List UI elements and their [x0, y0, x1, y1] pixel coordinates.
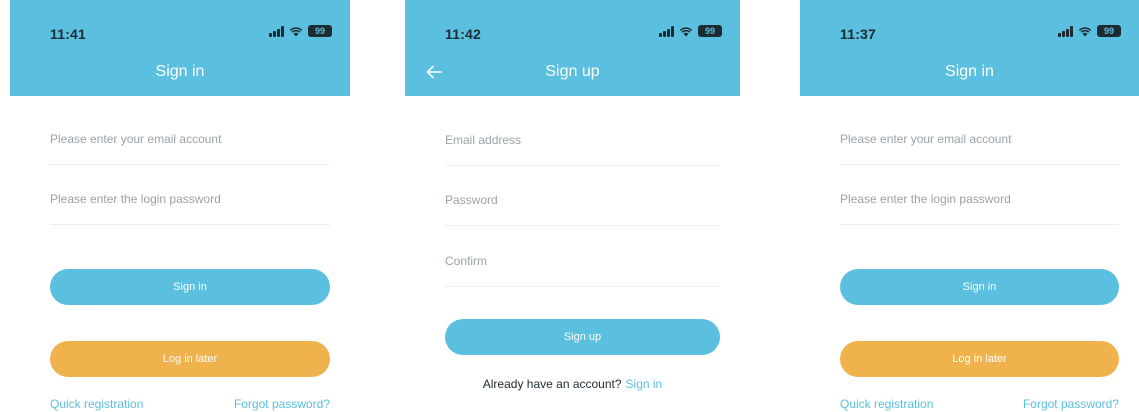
cellular-signal-icon — [269, 25, 284, 37]
page-title: Sign up — [545, 63, 600, 80]
wifi-icon — [289, 26, 303, 36]
signin-screen-2: 11:37 99 Sign in Sign in Log in later Qu… — [800, 0, 1139, 412]
status-time: 11:37 — [840, 26, 877, 42]
cellular-signal-icon — [659, 25, 674, 37]
bottom-links: Quick registration Forgot password? — [840, 397, 1119, 411]
status-time: 11:42 — [445, 26, 482, 42]
page-title: Sign in — [945, 63, 994, 80]
battery-icon: 99 — [1097, 25, 1121, 37]
status-time: 11:41 — [50, 26, 87, 42]
log-in-later-button[interactable]: Log in later — [50, 341, 330, 377]
email-field-row — [50, 104, 330, 165]
battery-icon: 99 — [308, 25, 332, 37]
email-address-input[interactable] — [445, 133, 720, 147]
password-input[interactable] — [50, 192, 330, 206]
sign-in-link[interactable]: Sign in — [626, 377, 663, 391]
status-icons: 99 — [1058, 25, 1121, 37]
signin-screen-1: 11:41 99 Sign in Sign in Log in later Qu… — [10, 0, 350, 412]
cellular-signal-icon — [1058, 25, 1073, 37]
password-input[interactable] — [840, 192, 1119, 206]
battery-icon: 99 — [698, 25, 722, 37]
wifi-icon — [679, 26, 693, 36]
wifi-icon — [1078, 26, 1092, 36]
forgot-password-link[interactable]: Forgot password? — [234, 397, 330, 411]
email-field-row — [445, 105, 720, 166]
sign-up-button[interactable]: Sign up — [445, 319, 720, 355]
status-icons: 99 — [659, 25, 722, 37]
quick-registration-link[interactable]: Quick registration — [840, 397, 933, 411]
header-bar: 11:42 99 Sign up — [405, 0, 740, 96]
sign-in-button[interactable]: Sign in — [840, 269, 1119, 305]
bottom-links: Quick registration Forgot password? — [50, 397, 330, 411]
password-input[interactable] — [445, 193, 720, 207]
already-account-row: Already have an account? Sign in — [405, 377, 740, 391]
email-field-row — [840, 104, 1119, 165]
quick-registration-link[interactable]: Quick registration — [50, 397, 143, 411]
header-bar: 11:37 99 Sign in — [800, 0, 1139, 96]
already-account-text: Already have an account? — [482, 377, 622, 391]
email-input[interactable] — [50, 132, 330, 146]
forgot-password-link[interactable]: Forgot password? — [1023, 397, 1119, 411]
status-icons: 99 — [269, 25, 332, 37]
confirm-field-row — [445, 226, 720, 287]
header-bar: 11:41 99 Sign in — [10, 0, 350, 96]
signup-screen: 11:42 99 Sign up Sign up Already have an… — [405, 0, 740, 412]
page-title: Sign in — [155, 63, 205, 80]
password-field-row — [840, 164, 1119, 225]
email-input[interactable] — [840, 132, 1119, 146]
log-in-later-button[interactable]: Log in later — [840, 341, 1119, 377]
password-field-row — [445, 165, 720, 226]
password-field-row — [50, 164, 330, 225]
sign-in-button[interactable]: Sign in — [50, 269, 330, 305]
confirm-password-input[interactable] — [445, 254, 720, 268]
